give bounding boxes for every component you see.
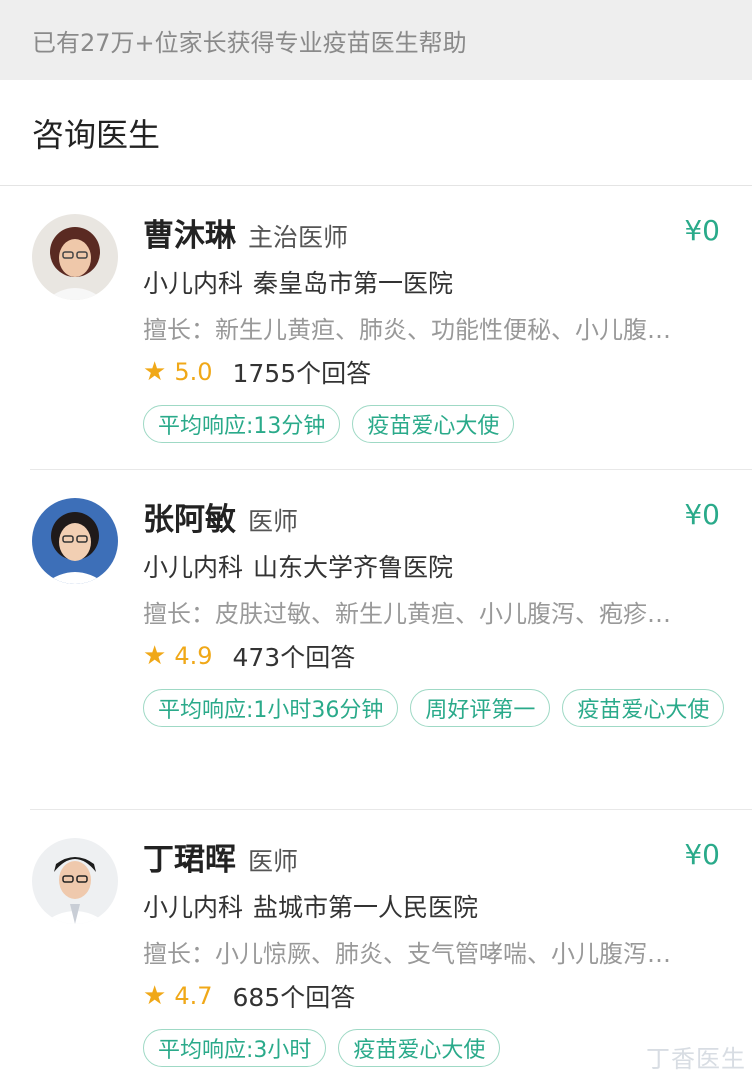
doctor-name: 曹沐琳 [143,218,236,254]
doctor-rating-line: ★ 4.9 473个回答 [143,638,355,674]
doctor-tags: 平均响应:1小时36分钟 周好评第一 疫苗爱心大使 [143,689,733,727]
answer-count: 473个回答 [232,643,356,672]
consult-price: ¥0 [684,838,720,871]
doctor-department: 小儿内科 [143,893,244,922]
rating-score: 5.0 [174,358,213,386]
answer-count: 1755个回答 [232,359,372,388]
section-title: 咨询医生 [32,115,161,154]
tag-badge: 周好评第一 [410,689,551,727]
doctor-department-line: 小儿内科 盐城市第一人民医院 [143,888,478,924]
consult-price: ¥0 [684,214,720,247]
doctor-tags: 平均响应:13分钟 疫苗爱心大使 [143,405,733,443]
doctor-hospital: 山东大学齐鲁医院 [253,553,454,582]
consult-price: ¥0 [684,498,720,531]
doctor-skills: 擅长：新生儿黄疸、肺炎、功能性便秘、小儿腹… [143,316,671,344]
doctor-department-line: 小儿内科 山东大学齐鲁医院 [143,548,453,584]
doctor-hospital: 秦皇岛市第一医院 [253,269,454,298]
doctor-name-line: 丁珺晖 医师 [143,834,298,878]
doctor-hospital: 盐城市第一人民医院 [253,893,479,922]
doctor-avatar [32,838,118,924]
doctor-tags: 平均响应:3小时 疫苗爱心大使 [143,1029,733,1067]
doctor-rating-line: ★ 4.7 685个回答 [143,978,355,1014]
doctor-name: 张阿敏 [143,502,236,538]
doctor-card[interactable]: 张阿敏 医师 ¥0 小儿内科 山东大学齐鲁医院 擅长：皮肤过敏、新生儿黄疸、小儿腹… [0,470,752,810]
star-icon: ★ [143,641,167,671]
doctor-title: 医师 [248,847,299,876]
promo-banner: 已有27万+位家长获得专业疫苗医生帮助 [0,0,752,80]
doctor-avatar [32,214,118,300]
rating-score: 4.9 [174,642,213,670]
doctor-name: 丁珺晖 [143,842,236,878]
star-icon: ★ [143,357,167,387]
answer-count: 685个回答 [232,983,356,1012]
doctor-title: 主治医师 [248,223,349,252]
doctor-skills: 擅长：小儿惊厥、肺炎、支气管哮喘、小儿腹泻… [143,940,671,968]
promo-banner-text: 已有27万+位家长获得专业疫苗医生帮助 [32,28,467,57]
doctor-department: 小儿内科 [143,269,244,298]
tag-badge: 疫苗爱心大使 [352,405,515,443]
doctor-department: 小儿内科 [143,553,244,582]
doctor-name-line: 曹沐琳 主治医师 [143,210,348,254]
doctor-skills: 擅长：皮肤过敏、新生儿黄疸、小儿腹泻、疱疹… [143,600,671,628]
tag-badge: 平均响应:3小时 [143,1029,327,1067]
doctor-card[interactable]: 曹沐琳 主治医师 ¥0 小儿内科 秦皇岛市第一医院 擅长：新生儿黄疸、肺炎、功能性… [0,186,752,470]
star-icon: ★ [143,981,167,1011]
tag-badge: 平均响应:1小时36分钟 [143,689,399,727]
doctor-card[interactable]: 丁珺晖 医师 ¥0 小儿内科 盐城市第一人民医院 擅长：小儿惊厥、肺炎、支气管哮喘… [0,810,752,1088]
rating-score: 4.7 [174,982,213,1010]
tag-badge: 疫苗爱心大使 [338,1029,501,1067]
tag-badge: 平均响应:13分钟 [143,405,341,443]
doctor-rating-line: ★ 5.0 1755个回答 [143,354,371,390]
watermark: 丁香医生 [646,1045,746,1073]
section-header: 咨询医生 [0,80,752,186]
tag-badge: 疫苗爱心大使 [562,689,725,727]
doctor-title: 医师 [248,507,299,536]
doctor-avatar [32,498,118,584]
doctor-department-line: 小儿内科 秦皇岛市第一医院 [143,264,453,300]
doctor-name-line: 张阿敏 医师 [143,494,298,538]
